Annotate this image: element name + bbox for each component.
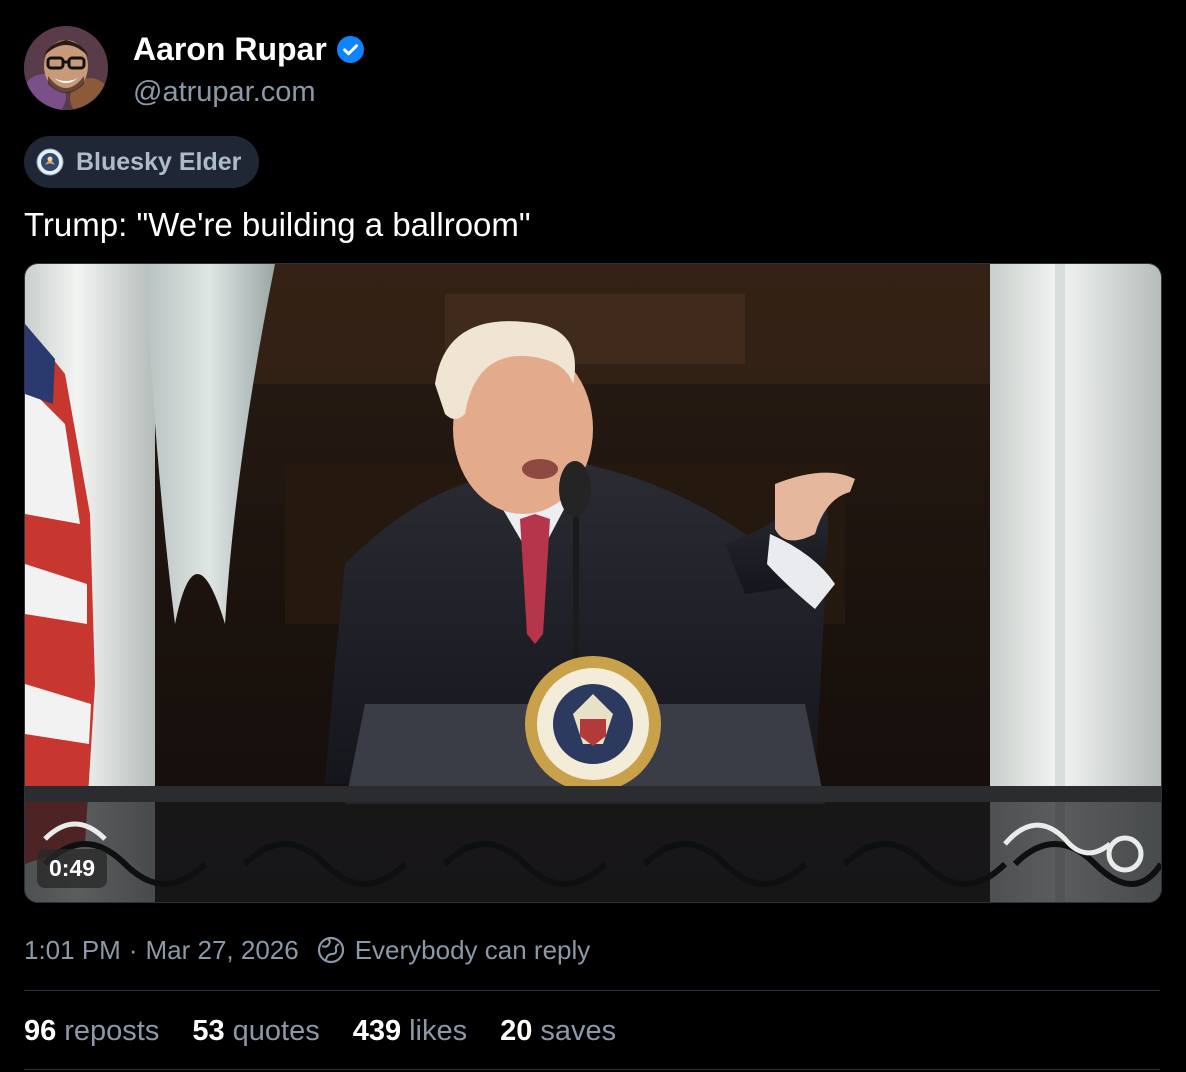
elder-badge-icon — [36, 148, 64, 176]
verified-check-icon[interactable] — [336, 35, 364, 63]
divider — [24, 990, 1160, 991]
author-handle[interactable]: @atrupar.com — [133, 74, 316, 110]
meta-separator: · — [128, 935, 138, 965]
author-display-name[interactable]: Aaron Rupar — [133, 30, 327, 68]
stat-count: 439 — [352, 1015, 402, 1047]
video-thumbnail — [25, 264, 1161, 902]
stat-count: 53 — [192, 1015, 225, 1047]
avatar-photo — [24, 26, 108, 110]
video-player[interactable]: 0:49 — [24, 263, 1162, 903]
post-time[interactable]: 1:01 PM — [24, 932, 121, 968]
post-thread-view: Aaron Rupar @atrupar.com Bluesky Elder T… — [0, 0, 1186, 1072]
stat-label: likes — [409, 1015, 468, 1047]
video-duration: 0:49 — [37, 849, 108, 888]
saves-stat[interactable]: 20 saves — [500, 1012, 616, 1050]
author-name[interactable]: Aaron Rupar — [133, 30, 364, 68]
bluesky-elder-badge[interactable]: Bluesky Elder — [24, 136, 260, 188]
reply-settings-icon — [317, 936, 344, 964]
quotes-stat[interactable]: 53 quotes — [192, 1012, 319, 1050]
stat-count: 96 — [24, 1015, 57, 1047]
stat-count: 20 — [500, 1015, 533, 1047]
post-stats: 96 reposts 53 quotes 439 likes 20 saves — [24, 1012, 616, 1050]
stat-label: quotes — [232, 1015, 320, 1047]
post-date[interactable]: Mar 27, 2026 — [146, 932, 299, 968]
likes-stat[interactable]: 439 likes — [353, 1012, 467, 1050]
post-text: Trump: "We're building a ballroom" — [24, 206, 531, 243]
post-meta: 1:01 PM · Mar 27, 2026 Everybody can rep… — [24, 932, 590, 968]
divider-bottom — [24, 1069, 1160, 1070]
stat-label: saves — [540, 1015, 617, 1047]
stat-label: reposts — [64, 1015, 160, 1047]
avatar[interactable] — [24, 26, 108, 110]
reply-setting[interactable]: Everybody can reply — [355, 932, 591, 968]
badge-label: Bluesky Elder — [76, 147, 242, 176]
reposts-stat[interactable]: 96 reposts — [24, 1012, 159, 1050]
